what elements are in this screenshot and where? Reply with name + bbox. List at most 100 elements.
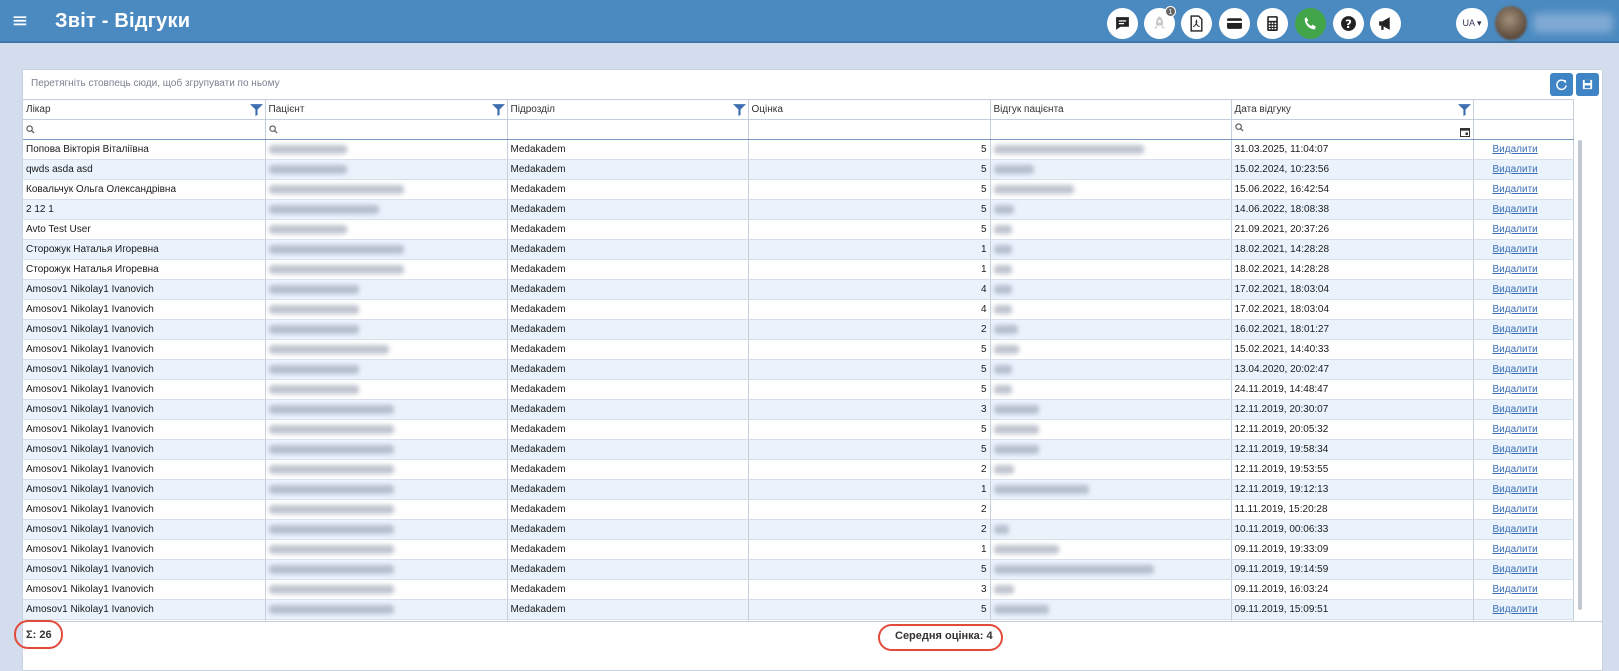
table-row[interactable]: Amosov1 Nikolay1 Ivanovich Medakadem 2 16.0… <box>23 319 1574 340</box>
announcements-button[interactable] <box>1370 8 1401 39</box>
delete-link[interactable]: Видалити <box>1493 224 1538 235</box>
redacted-text <box>993 404 1039 414</box>
column-header-patient[interactable]: Пацієнт <box>265 99 508 120</box>
user-name-redacted[interactable] <box>1533 13 1613 33</box>
delete-link[interactable]: Видалити <box>1493 244 1538 255</box>
delete-link[interactable]: Видалити <box>1493 404 1538 415</box>
department-cell: Medakadem <box>507 499 749 520</box>
table-row[interactable]: Ковальчук Ольга Олександрівна Medakadem 5 1… <box>23 179 1574 200</box>
department-cell: Medakadem <box>507 179 749 200</box>
date-filter-input[interactable] <box>1231 119 1474 140</box>
delete-link[interactable]: Видалити <box>1493 344 1538 355</box>
call-button[interactable] <box>1295 8 1326 39</box>
score-cell: 5 <box>748 599 991 620</box>
calculator-button[interactable] <box>1257 8 1288 39</box>
date-cell: 17.02.2021, 18:03:04 <box>1231 299 1474 320</box>
delete-link[interactable]: Видалити <box>1493 424 1538 435</box>
table-row[interactable]: Amosov1 Nikolay1 Ivanovich Medakadem 5 12.1… <box>23 439 1574 460</box>
column-label: Пацієнт <box>268 104 305 115</box>
filter-icon[interactable] <box>1457 103 1471 116</box>
column-header-doctor[interactable]: Лікар <box>23 99 266 120</box>
delete-link[interactable]: Видалити <box>1493 444 1538 455</box>
table-row[interactable]: Amosov1 Nikolay1 Ivanovich Medakadem 4 17.0… <box>23 279 1574 300</box>
date-cell: 09.11.2019, 19:33:09 <box>1231 539 1474 560</box>
calendar-icon[interactable] <box>1459 127 1470 137</box>
column-header-department[interactable]: Підрозділ <box>507 99 749 120</box>
table-row[interactable]: Сторожук Наталья Игоревна Medakadem 1 18.02… <box>23 259 1574 280</box>
delete-link[interactable]: Видалити <box>1493 324 1538 335</box>
language-selector[interactable]: UA ▾ <box>1456 8 1488 39</box>
table-row[interactable]: Amosov1 Nikolay1 Ivanovich Medakadem 5 09.1… <box>23 559 1574 580</box>
delete-link[interactable]: Видалити <box>1493 524 1538 535</box>
patient-filter-input[interactable] <box>265 119 508 140</box>
filter-icon[interactable] <box>249 103 263 116</box>
table-row[interactable]: Попова Вікторія Віталіївна Medakadem 5 31.0… <box>23 139 1574 160</box>
scrollbar-thumb[interactable] <box>1578 140 1582 610</box>
delete-link[interactable]: Видалити <box>1493 584 1538 595</box>
table-row[interactable]: Amosov1 Nikolay1 Ivanovich Medakadem 1 12.1… <box>23 479 1574 500</box>
delete-link[interactable]: Видалити <box>1493 604 1538 615</box>
rocket-button[interactable]: 1 <box>1144 6 1176 39</box>
vertical-scrollbar[interactable] <box>1578 140 1584 625</box>
chat-button[interactable] <box>1107 8 1138 39</box>
delete-link[interactable]: Видалити <box>1493 164 1538 175</box>
date-cell: 15.02.2021, 14:40:33 <box>1231 339 1474 360</box>
delete-link[interactable]: Видалити <box>1493 544 1538 555</box>
feedback-filter-input[interactable] <box>990 119 1232 140</box>
row-count-summary: Σ: 26 <box>26 629 52 641</box>
delete-link[interactable]: Видалити <box>1493 464 1538 475</box>
filter-icon[interactable] <box>491 103 505 116</box>
redacted-text <box>993 444 1039 454</box>
table-row[interactable]: Amosov1 Nikolay1 Ivanovich Medakadem 5 09.1… <box>23 599 1574 620</box>
department-filter-input[interactable] <box>507 119 749 140</box>
department-cell: Medakadem <box>507 339 749 360</box>
doctor-cell: Amosov1 Nikolay1 Ivanovich <box>23 599 266 620</box>
delete-link[interactable]: Видалити <box>1493 504 1538 515</box>
table-row[interactable]: Amosov1 Nikolay1 Ivanovich Medakadem 1 09.1… <box>23 539 1574 560</box>
save-button[interactable] <box>1576 73 1599 96</box>
table-row[interactable]: Amosov1 Nikolay1 Ivanovich Medakadem 5 24.1… <box>23 379 1574 400</box>
table-row[interactable]: 2 12 1 Medakadem 5 14.06.2022, 18:08:38 Вида… <box>23 199 1574 220</box>
table-row[interactable]: qwds asda asd Medakadem 5 15.02.2024, 10:23… <box>23 159 1574 180</box>
delete-link: Видалити <box>1473 359 1574 380</box>
delete-link[interactable]: Видалити <box>1493 364 1538 375</box>
date-cell: 09.11.2019, 15:09:51 <box>1231 599 1474 620</box>
table-row[interactable]: Avto Test User Medakadem 5 21.09.2021, 20:3… <box>23 219 1574 240</box>
filter-icon[interactable] <box>732 103 746 116</box>
table-row[interactable]: Amosov1 Nikolay1 Ivanovich Medakadem 2 12.1… <box>23 459 1574 480</box>
delete-link[interactable]: Видалити <box>1493 304 1538 315</box>
delete-link[interactable]: Видалити <box>1493 264 1538 275</box>
doctor-cell: 2 12 1 <box>23 199 266 220</box>
table-row[interactable]: Amosov1 Nikolay1 Ivanovich Medakadem 5 15.0… <box>23 339 1574 360</box>
delete-link[interactable]: Видалити <box>1493 184 1538 195</box>
score-cell: 1 <box>748 479 991 500</box>
column-header-feedback[interactable]: Відгук пацієнта <box>990 99 1232 120</box>
delete-link[interactable]: Видалити <box>1493 564 1538 575</box>
table-row[interactable]: Amosov1 Nikolay1 Ivanovich Medakadem 5 12.1… <box>23 419 1574 440</box>
table-row[interactable]: Amosov1 Nikolay1 Ivanovich Medakadem 3 12.1… <box>23 399 1574 420</box>
payment-button[interactable] <box>1219 8 1250 39</box>
help-button[interactable]: ? <box>1333 8 1364 39</box>
avatar[interactable] <box>1495 6 1527 40</box>
redacted-text <box>268 364 359 374</box>
table-row[interactable]: Amosov1 Nikolay1 Ivanovich Medakadem 3 09.1… <box>23 579 1574 600</box>
group-panel[interactable]: Перетягніть стовпець сюди, щоб згрупуват… <box>23 70 1602 99</box>
delete-link[interactable]: Видалити <box>1493 204 1538 215</box>
score-filter-input[interactable] <box>748 119 991 140</box>
table-row[interactable]: Amosov1 Nikolay1 Ivanovich Medakadem 2 10.1… <box>23 519 1574 540</box>
delete-link[interactable]: Видалити <box>1493 384 1538 395</box>
table-row[interactable]: Amosov1 Nikolay1 Ivanovich Medakadem 4 17.0… <box>23 299 1574 320</box>
table-row[interactable]: Amosov1 Nikolay1 Ivanovich Medakadem 5 13.0… <box>23 359 1574 380</box>
column-header-score[interactable]: Оцінка <box>748 99 991 120</box>
pdf-button[interactable] <box>1181 8 1212 39</box>
delete-link[interactable]: Видалити <box>1493 284 1538 295</box>
refresh-button[interactable] <box>1550 73 1573 96</box>
delete-link[interactable]: Видалити <box>1493 484 1538 495</box>
table-row[interactable]: Amosov1 Nikolay1 Ivanovich Medakadem 2 11.1… <box>23 499 1574 520</box>
doctor-filter-input[interactable] <box>23 119 266 140</box>
hamburger-icon[interactable]: ≡ <box>9 9 31 31</box>
table-row[interactable]: Сторожук Наталья Игоревна Medakadem 1 18.02… <box>23 239 1574 260</box>
column-header-date[interactable]: Дата відгуку <box>1231 99 1474 120</box>
delete-link[interactable]: Видалити <box>1493 144 1538 155</box>
date-cell: 11.11.2019, 15:20:28 <box>1231 499 1474 520</box>
